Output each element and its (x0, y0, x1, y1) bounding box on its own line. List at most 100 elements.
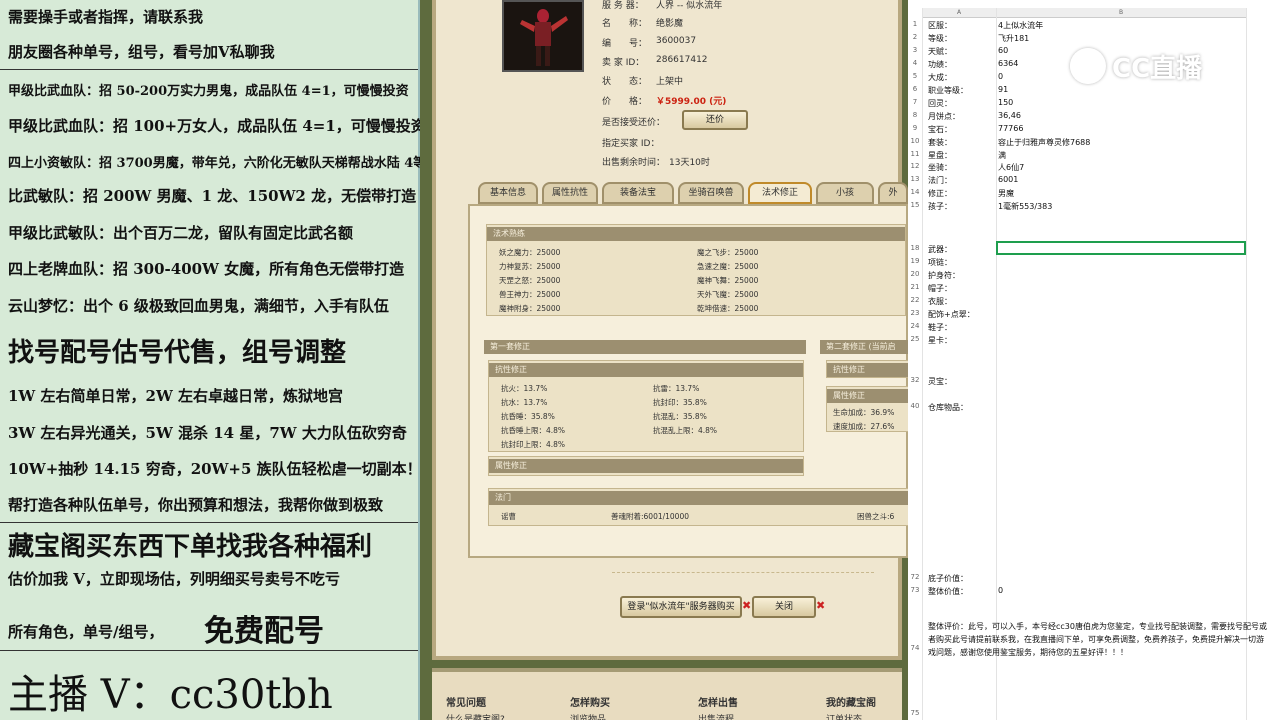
promo-line: 1W 左右简单日常，2W 左右卓越日常，炼狱地宫 (8, 387, 344, 405)
skill-section: 法术熟练 妖之魔力：25000 力神复苏：25000 天罡之怒：25000 兽王… (486, 224, 906, 316)
promo-line: 比武敏队：招 200W 男魔、1 龙、150W2 龙，无偿带打造 (8, 187, 417, 205)
server-value: 人界 -- 似水流年 (656, 1, 723, 11)
cell-value[interactable]: 男魔 (998, 188, 1014, 199)
row-number: 32 (910, 376, 920, 384)
grid-line (996, 8, 997, 720)
footer-link[interactable]: 怎样出售 (698, 694, 738, 709)
row-number: 72 (910, 573, 920, 581)
cell-value[interactable]: 6001 (998, 175, 1018, 184)
cell-value[interactable]: 飞升181 (998, 33, 1029, 44)
cell-value[interactable]: 0 (998, 72, 1003, 81)
cell-label[interactable]: 修正： (928, 188, 952, 199)
cell-label[interactable]: 整体价值： (928, 586, 968, 597)
cell-label[interactable]: 月饼点： (928, 111, 960, 122)
cell-value[interactable]: 4上似水流年 (998, 20, 1043, 31)
cell-value[interactable]: 77766 (998, 124, 1023, 133)
number-label: 编 号： (602, 39, 648, 49)
tab-child[interactable]: 小孩 (816, 182, 874, 204)
promo-line: 所有角色，单号/组号， (8, 623, 164, 641)
promo-line: 甲级比武敏队：出个百万二龙，留队有固定比武名额 (8, 224, 354, 242)
skill-item: 乾坤借速：25000 (697, 304, 759, 313)
cell-label[interactable]: 帽子： (928, 283, 952, 294)
cell-value[interactable]: 0 (998, 586, 1003, 595)
skill-item: 兽王神力：25000 (499, 290, 561, 299)
cell-label[interactable]: 配饰+点翠： (928, 309, 975, 320)
cell-value[interactable]: 60 (998, 46, 1008, 55)
cell-value[interactable]: 36,46 (998, 111, 1021, 120)
selected-cell[interactable] (996, 241, 1246, 255)
tab-equipment[interactable]: 装备法宝 (602, 182, 674, 204)
footer-sublink[interactable]: 浏览物品 (570, 712, 606, 720)
attr-section-title: 属性修正 (489, 459, 803, 473)
resist2-section: 抗性修正 (826, 360, 908, 378)
column-header-a[interactable]: A (922, 8, 996, 18)
cell-label[interactable]: 天赋： (928, 46, 952, 57)
fix-set-1-title: 第一套修正 (484, 340, 806, 354)
cell-value[interactable]: 6364 (998, 59, 1018, 68)
cell-label[interactable]: 衣服： (928, 296, 952, 307)
row-number: 23 (910, 308, 920, 317)
tab-attributes[interactable]: 属性抗性 (542, 182, 598, 204)
row-number: 74 (910, 644, 920, 652)
skill-item: 魔神附身：25000 (499, 304, 561, 313)
footer-sublink[interactable]: 什么是藏宝阁? (446, 712, 505, 720)
cell-value[interactable]: 人6仙7 (998, 162, 1024, 173)
cell-label[interactable]: 职业等级： (928, 85, 968, 96)
footer-link[interactable]: 我的藏宝阁 (826, 694, 876, 709)
cell-label[interactable]: 区服： (928, 20, 952, 31)
price-value: ￥5999.00 (元) (656, 97, 727, 107)
cell-label[interactable]: 灵宝： (928, 376, 952, 387)
promo-line: 估价加我 V，立即现场估，列明细买号卖号不吃亏 (8, 570, 340, 588)
footer-sublink[interactable]: 出售流程 (698, 712, 734, 720)
cell-label[interactable]: 法门： (928, 175, 952, 186)
footer-link[interactable]: 常见问题 (446, 694, 486, 709)
column-header-b[interactable]: B (996, 8, 1246, 18)
seller-value: 286617412 (656, 55, 708, 65)
cell-value[interactable]: 91 (998, 85, 1008, 94)
promo-heading: 找号配号估号代售，组号调整 (8, 338, 347, 368)
magic-gate-section: 法门 谣曹 善魂附着:6001/10000 困兽之斗:6 (488, 488, 908, 526)
promo-line: 帮打造各种队伍单号，你出预算和想法，我帮你做到极致 (8, 496, 384, 514)
cell-label[interactable]: 底子价值： (928, 573, 968, 584)
cell-label[interactable]: 大成： (928, 72, 952, 83)
footer-link[interactable]: 怎样购买 (570, 694, 610, 709)
cell-label[interactable]: 等级： (928, 33, 952, 44)
promo-line: 甲级比武血队：招 100+万女人，成品队伍 4=1，可慢慢投资 (8, 117, 426, 135)
tab-magic-fix[interactable]: 法术修正 (748, 182, 812, 204)
cell-label[interactable]: 坐骑： (928, 162, 952, 173)
cell-value[interactable]: 150 (998, 98, 1013, 107)
attr-item: 速度加成：27.6% (833, 422, 895, 431)
status-label: 状 态： (602, 77, 648, 87)
cell-label[interactable]: 仓库物品： (928, 402, 968, 413)
tab-basic-info[interactable]: 基本信息 (478, 182, 538, 204)
cell-label[interactable]: 护身符： (928, 270, 960, 281)
close-button[interactable]: 关闭 (752, 596, 816, 618)
cell-label[interactable]: 功绩： (928, 59, 952, 70)
footer-sublink[interactable]: 订单状态 (826, 712, 862, 720)
resist-item: 抗水：13.7% (501, 398, 548, 407)
row-number: 20 (910, 269, 920, 278)
tab-more[interactable]: 外 (878, 182, 908, 204)
grid-line (922, 8, 923, 720)
row-number: 3 (912, 45, 918, 54)
bargain-button[interactable]: 还价 (682, 110, 748, 130)
login-buy-button[interactable]: 登录"似水流年"服务器购买 (620, 596, 742, 618)
row-number: 4 (912, 58, 918, 67)
resist-item: 抗混乱：35.8% (653, 412, 707, 421)
row-number: 15 (910, 201, 920, 210)
cell-label[interactable]: 套装： (928, 137, 952, 148)
cell-value[interactable]: 满 (998, 150, 1006, 161)
cell-label[interactable]: 宝石： (928, 124, 952, 135)
cell-label[interactable]: 回灵： (928, 98, 952, 109)
cell-label[interactable]: 孩子： (928, 201, 952, 212)
cell-label[interactable]: 项链： (928, 257, 952, 268)
tab-mount-pet[interactable]: 坐骑召唤兽 (678, 182, 744, 204)
cell-value[interactable]: 容止于归雅声尊灵修7688 (998, 137, 1090, 148)
overall-remark[interactable]: 整体评价：此号，可以入手，本号经cc30唐伯虎为您鉴定，专业找号配装调整，需要找… (928, 620, 1270, 659)
cell-label[interactable]: 鞋子： (928, 322, 952, 333)
cell-label[interactable]: 武器： (928, 244, 952, 255)
row-number: 8 (912, 110, 918, 119)
cell-label[interactable]: 星盘： (928, 150, 952, 161)
cell-label[interactable]: 星卡： (928, 335, 952, 346)
cell-value[interactable]: 1毫新553/383 (998, 201, 1052, 212)
